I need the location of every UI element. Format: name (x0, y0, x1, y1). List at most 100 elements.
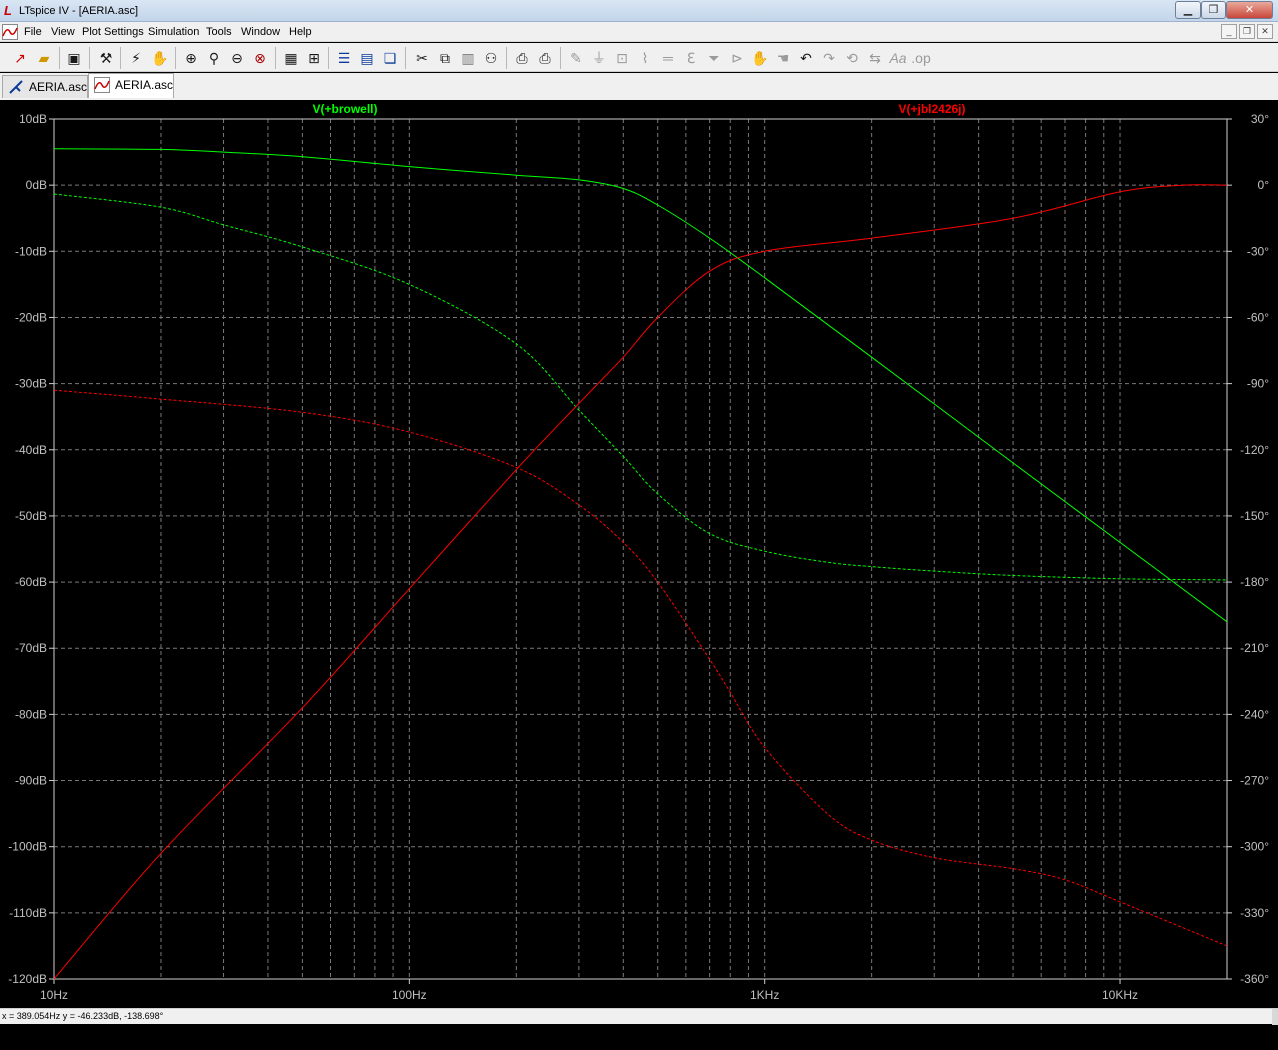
waveform-app-icon[interactable] (2, 24, 18, 40)
y-tick-label: 0dB (26, 178, 47, 192)
print-setup-button[interactable]: ⎙ (512, 48, 532, 68)
diode-icon: ⏷ (708, 50, 720, 66)
y2-tick-label: -60° (1247, 310, 1269, 324)
y-tick-label: -60dB (15, 575, 47, 589)
open-button[interactable]: ▰ (34, 48, 54, 68)
text-icon: Aa (889, 50, 907, 66)
paste-button[interactable]: ▥ (458, 48, 478, 68)
label-button[interactable]: ⊡ (612, 48, 632, 68)
menu-help[interactable]: Help (289, 26, 312, 38)
phase-trace-1[interactable] (53, 193, 1228, 581)
zoom-out-button[interactable]: ⊖ (227, 48, 247, 68)
print-button[interactable]: ⎙ (535, 48, 555, 68)
spice-directive-button[interactable]: .op (911, 48, 931, 68)
y-tick-label: -10dB (15, 244, 47, 258)
maximize-button[interactable]: ❐ (1201, 1, 1226, 19)
clipboard-icon: ▥ (461, 50, 475, 66)
toolbar-separator (120, 47, 121, 69)
close-icon: ✕ (1261, 26, 1269, 36)
menu-file[interactable]: File (24, 26, 42, 38)
rotate-button[interactable]: ⟲ (842, 48, 862, 68)
y2-tick-label: -300° (1240, 840, 1269, 854)
spice-directive-icon: .op (911, 50, 931, 66)
autorange-icon: ▦ (284, 50, 298, 66)
drag-hand-icon: ☚ (776, 50, 790, 66)
redo-button[interactable]: ↷ (819, 48, 839, 68)
toolbar-separator (275, 47, 276, 69)
toolbar-separator (506, 47, 507, 69)
tab-schematic[interactable]: AERIA.asc (2, 75, 88, 98)
find-button[interactable]: ⚇ (481, 48, 501, 68)
tile-horizontal-button[interactable]: ☰ (334, 48, 354, 68)
y-tick-label: -110dB (9, 906, 47, 920)
magnitude-trace-0[interactable] (53, 148, 1228, 623)
hand-icon: ✋ (151, 50, 169, 66)
mdi-minimize-button[interactable]: _ (1221, 24, 1237, 39)
close-button[interactable]: ✕ (1226, 1, 1273, 19)
mark-data-button[interactable]: ⊞ (304, 48, 324, 68)
printer-icon: ⎙ (539, 50, 551, 66)
resistor-icon: ⌇ (641, 50, 649, 66)
inductor-button[interactable]: ℇ (681, 48, 701, 68)
floppy-icon: ▣ (67, 50, 81, 66)
drag-button[interactable]: ☚ (773, 48, 793, 68)
zoom-in-button[interactable]: ⚲ (204, 48, 224, 68)
x-tick-label: 10KHz (1102, 988, 1138, 1002)
new-schematic-button[interactable]: ↗ (10, 48, 30, 68)
trace-legend-label[interactable]: V(+jbl2426j) (898, 102, 965, 116)
toolbar-separator (175, 47, 176, 69)
minimize-button[interactable]: ▁ (1175, 1, 1201, 19)
cascade-button[interactable]: ❏ (380, 48, 400, 68)
menu-plot-settings[interactable]: Plot Settings (82, 26, 144, 38)
mirror-button[interactable]: ⇆ (865, 48, 885, 68)
diode-button[interactable]: ⏷ (704, 48, 724, 68)
cut-button[interactable]: ✂ (412, 48, 432, 68)
minimize-icon: _ (1226, 26, 1232, 36)
tab-waveform[interactable]: AERIA.asc (88, 73, 174, 98)
menu-tools[interactable]: Tools (206, 26, 232, 38)
y2-tick-label: 30° (1251, 112, 1269, 126)
axes: 10dB 0dB -10dB -20dB -30dB -40dB -50dB -60dB -70… (8, 112, 1269, 1002)
waveform-plot[interactable]: 10dB 0dB -10dB -20dB -30dB -40dB -50dB -60dB -70… (0, 100, 1278, 1007)
menu-window[interactable]: Window (241, 26, 280, 38)
control-panel-button[interactable]: ⚒ (96, 48, 116, 68)
window-title: LTspice IV - [AERIA.asc] (19, 5, 139, 17)
ground-button[interactable]: ⏚ (589, 48, 609, 68)
mdi-close-button[interactable]: ✕ (1257, 24, 1273, 39)
x-tick-label: 100Hz (392, 988, 427, 1002)
tab-label: AERIA.asc (29, 80, 88, 94)
move-button[interactable]: ✋ (750, 48, 770, 68)
running-man-icon: ⚡ (131, 50, 141, 66)
y-tick-label: 10dB (19, 112, 47, 126)
autorange-button[interactable]: ▦ (281, 48, 301, 68)
menu-simulation[interactable]: Simulation (148, 26, 199, 38)
zoom-area-button[interactable]: ⊕ (181, 48, 201, 68)
undo-button[interactable]: ↶ (796, 48, 816, 68)
y-tick-label: -100dB (8, 840, 47, 854)
component-button[interactable]: ⊳ (727, 48, 747, 68)
wire-button[interactable]: ✎ (566, 48, 586, 68)
menu-view[interactable]: View (51, 26, 75, 38)
hammer-icon: ⚒ (99, 50, 113, 66)
halt-button[interactable]: ✋ (150, 48, 170, 68)
phase-trace-3[interactable] (53, 389, 1228, 947)
resistor-button[interactable]: ⌇ (635, 48, 655, 68)
zoom-fit-button[interactable]: ⊗ (250, 48, 270, 68)
y-tick-label: -90dB (15, 774, 47, 788)
capacitor-button[interactable]: ═ (658, 48, 678, 68)
pencil-icon: ✎ (570, 50, 582, 66)
ltspice-app-icon: L (4, 3, 12, 18)
trace-legend-label[interactable]: V(+browell) (312, 102, 377, 116)
mdi-restore-button[interactable]: ❐ (1239, 24, 1255, 39)
text-button[interactable]: Aa (888, 48, 908, 68)
run-button[interactable]: ⚡ (126, 48, 146, 68)
label-icon: ⊡ (616, 50, 628, 66)
copy-button[interactable]: ⧉ (435, 48, 455, 68)
status-scrollbar[interactable] (1272, 1009, 1278, 1025)
tile-vertical-button[interactable]: ▤ (357, 48, 377, 68)
y2-tick-label: -360° (1240, 972, 1269, 986)
save-button[interactable]: ▣ (64, 48, 84, 68)
y2-tick-label: -90° (1247, 377, 1269, 391)
y-tick-label: -70dB (15, 641, 47, 655)
zoom-area-icon: ⊕ (185, 50, 197, 66)
